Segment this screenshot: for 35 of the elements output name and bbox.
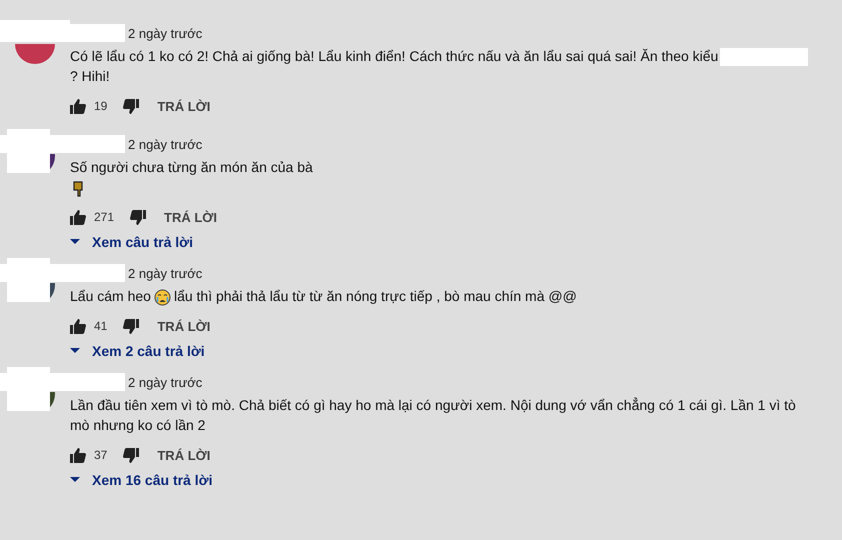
timestamp[interactable]: 2 ngày trước bbox=[128, 374, 202, 390]
like-count: 271 bbox=[94, 210, 114, 224]
pointing-hand-icon bbox=[73, 180, 85, 197]
thumbs-down-icon[interactable] bbox=[130, 210, 146, 225]
thumbs-down-icon[interactable] bbox=[123, 448, 140, 463]
caret-icon bbox=[70, 348, 80, 354]
timestamp[interactable]: 2 ngày trước bbox=[128, 26, 202, 40]
caret-icon bbox=[70, 239, 80, 246]
comment-text: Có lẽ lẩu có 1 ko có 2! Chả ai giống bà! Lẩu kinh điển! Cách thức nấu và ăn lẩu sai quá sai! Ăn theo kiểu bbox=[70, 48, 718, 64]
thumbs-down-icon[interactable] bbox=[123, 98, 140, 114]
comment-text: Lẩu cám heo bbox=[70, 288, 151, 304]
reply-button[interactable]: TRÁ LỜI bbox=[157, 98, 210, 114]
reply-button[interactable]: TRÁ LỜI bbox=[157, 318, 210, 334]
comment-text: ? Hihi! bbox=[70, 68, 110, 84]
view-replies-button[interactable]: Xem 16 câu trả lời bbox=[70, 472, 212, 488]
timestamp[interactable]: 2 ngày trước bbox=[128, 136, 202, 152]
like-count: 19 bbox=[94, 99, 108, 114]
view-replies-button[interactable]: Xem 2 câu trả lời bbox=[70, 343, 205, 360]
avatar[interactable] bbox=[15, 44, 55, 64]
like-count: 37 bbox=[94, 448, 108, 462]
like-count: 41 bbox=[94, 319, 108, 334]
comment-text: Lần đầu tiên xem vì tò mò. Chả biết có gì hay ho mà lại có người xem. Nội dung vớ vẩn chẳng có 1 cái gì. Lần 1 vì tò mò nhưng ko có lần 2 bbox=[70, 397, 796, 434]
crying-face-icon bbox=[154, 289, 171, 306]
timestamp[interactable]: 2 ngày trước bbox=[128, 266, 202, 281]
view-replies-button[interactable]: Xem câu trả lời bbox=[70, 234, 193, 250]
thumbs-down-icon[interactable] bbox=[123, 318, 140, 334]
comment-text: lẩu thì phải thả lẩu từ từ ăn nóng trực tiếp , bò mau chín mà @@ bbox=[174, 288, 577, 304]
reply-button[interactable]: TRÁ LỜI bbox=[157, 448, 210, 463]
thumbs-up-icon[interactable] bbox=[70, 210, 86, 225]
thumbs-up-icon[interactable] bbox=[70, 448, 86, 463]
reply-button[interactable]: TRÁ LỜI bbox=[164, 210, 218, 225]
thumbs-up-icon[interactable] bbox=[70, 318, 86, 334]
comment-text: Số người chưa từng ăn món ăn của bà bbox=[70, 159, 313, 176]
caret-icon bbox=[70, 477, 80, 484]
thumbs-up-icon[interactable] bbox=[70, 98, 86, 114]
